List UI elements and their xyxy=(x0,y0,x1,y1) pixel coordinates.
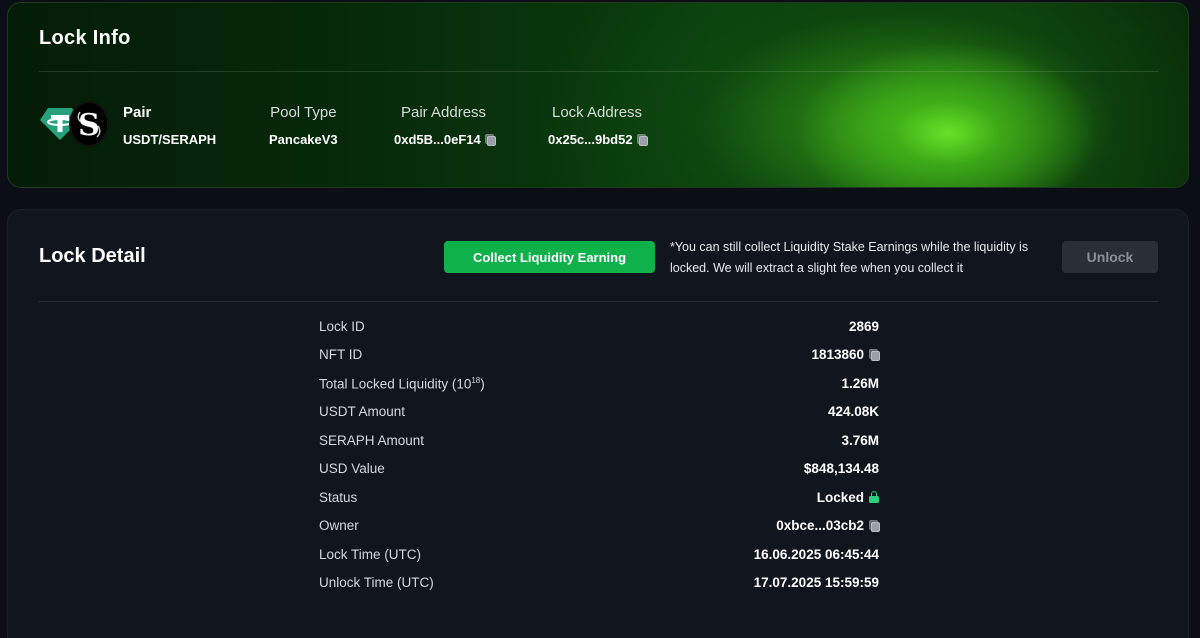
lock-detail-title: Lock Detail xyxy=(39,245,146,267)
pair-address-text: 0xd5B...0eF14 xyxy=(394,132,481,147)
row-value: 3.76M xyxy=(841,432,879,448)
row-status: Status Locked xyxy=(319,483,879,512)
collect-liquidity-earning-button[interactable]: Collect Liquidity Earning xyxy=(444,241,655,273)
pair-logo: S xyxy=(39,101,109,147)
row-value: 2869 xyxy=(848,318,879,334)
seraph-icon: S xyxy=(69,101,109,147)
row-usd-value: USD Value $848,134.48 xyxy=(319,455,879,484)
pair-address-column: Pair Address 0xd5B...0eF14 xyxy=(394,104,496,147)
pool-type-label: Pool Type xyxy=(270,104,337,121)
row-value: $848,134.48 xyxy=(803,461,879,477)
row-label: Status xyxy=(319,489,358,505)
row-nft-id: NFT ID 1813860 xyxy=(319,341,880,370)
pool-type-column: Pool Type PancakeV3 xyxy=(269,104,338,147)
row-label: NFT ID xyxy=(319,347,363,363)
lock-detail-table: Lock ID 2869 NFT ID 1813860 Total Locked… xyxy=(319,312,880,598)
row-value: 16.06.2025 06:45:44 xyxy=(753,546,879,562)
row-value: Locked xyxy=(817,490,879,505)
lock-address-text: 0x25c...9bd52 xyxy=(548,132,633,147)
row-label: Lock Time (UTC) xyxy=(319,546,422,562)
nft-id-text: 1813860 xyxy=(811,347,864,363)
lock-address-label: Lock Address xyxy=(552,104,643,121)
copy-icon[interactable] xyxy=(869,520,880,533)
lock-info-card: Lock Info S Pair USDT/SERAPH Pool Type P… xyxy=(7,2,1189,188)
row-total-locked-liquidity: Total Locked Liquidity (1018) 1.26M xyxy=(319,369,879,398)
row-label: USDT Amount xyxy=(319,404,406,420)
row-value: 1.26M xyxy=(841,375,879,391)
pair-column: Pair USDT/SERAPH xyxy=(123,104,216,147)
row-value: 424.08K xyxy=(827,404,879,420)
copy-icon[interactable] xyxy=(636,134,648,146)
row-label: Lock ID xyxy=(319,318,365,334)
lock-address-value: 0x25c...9bd52 xyxy=(548,132,648,147)
pair-address-label: Pair Address xyxy=(401,104,487,121)
row-label: Total Locked Liquidity (1018) xyxy=(319,376,485,392)
pool-type-value: PancakeV3 xyxy=(269,132,338,147)
pair-value: USDT/SERAPH xyxy=(123,132,217,147)
row-label: Owner xyxy=(319,518,359,534)
row-unlock-time: Unlock Time (UTC) 17.07.2025 15:59:59 xyxy=(319,569,879,598)
lock-icon xyxy=(869,491,879,504)
row-label-suffix: ) xyxy=(480,376,485,391)
row-lock-id: Lock ID 2869 xyxy=(319,312,879,341)
unlock-button[interactable]: Unlock xyxy=(1062,241,1158,273)
collect-note: *You can still collect Liquidity Stake E… xyxy=(670,240,1029,275)
row-value: 0xbce...03cb2 xyxy=(776,518,880,534)
row-label-text: Total Locked Liquidity (10 xyxy=(319,376,472,391)
lock-detail-card: Lock Detail Collect Liquidity Earning *Y… xyxy=(7,209,1189,638)
copy-icon[interactable] xyxy=(869,349,880,362)
pair-label: Pair xyxy=(123,104,152,121)
row-label: Unlock Time (UTC) xyxy=(319,575,434,591)
lock-address-column: Lock Address 0x25c...9bd52 xyxy=(548,104,648,147)
row-label: USD Value xyxy=(319,461,385,477)
row-label: SERAPH Amount xyxy=(319,432,425,448)
row-seraph-amount: SERAPH Amount 3.76M xyxy=(319,426,879,455)
row-lock-time: Lock Time (UTC) 16.06.2025 06:45:44 xyxy=(319,540,879,569)
row-value: 17.07.2025 15:59:59 xyxy=(753,575,879,591)
svg-text:S: S xyxy=(78,108,100,142)
lock-info-divider xyxy=(39,71,1159,72)
row-usdt-amount: USDT Amount 424.08K xyxy=(319,398,879,427)
lock-detail-divider xyxy=(39,301,1159,302)
owner-text: 0xbce...03cb2 xyxy=(776,518,864,534)
row-owner: Owner 0xbce...03cb2 xyxy=(319,512,880,541)
row-label-sup: 18 xyxy=(471,375,481,385)
copy-icon[interactable] xyxy=(484,134,496,146)
pair-address-value: 0xd5B...0eF14 xyxy=(394,132,496,147)
row-value: 1813860 xyxy=(811,347,880,363)
lock-info-title: Lock Info xyxy=(39,27,131,49)
status-text: Locked xyxy=(816,489,864,505)
